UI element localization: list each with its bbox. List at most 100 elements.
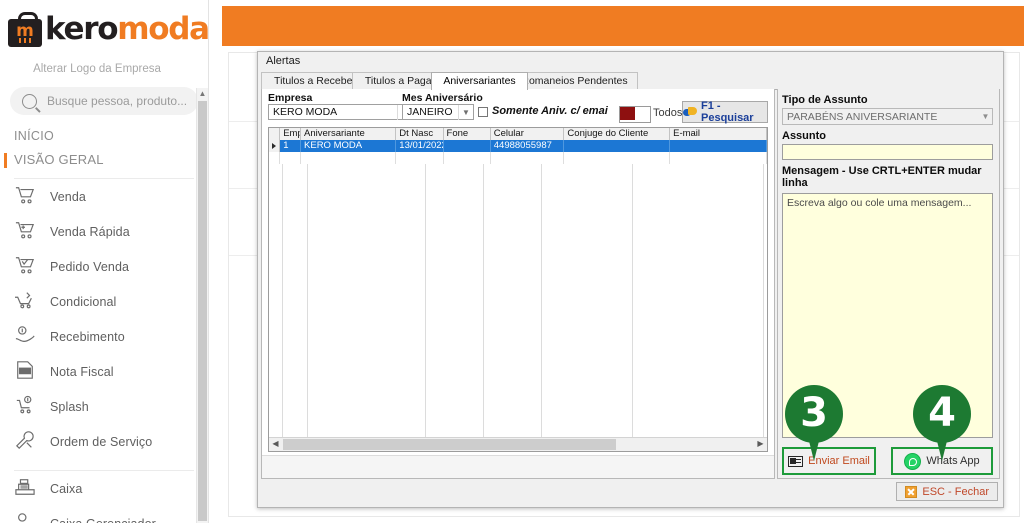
grid-column-divider: [763, 164, 764, 438]
grid-column-header[interactable]: Aniversariante: [301, 128, 397, 140]
sidebar-item-ordem-de-servi-o[interactable]: Ordem de Serviço: [0, 424, 208, 459]
panel-left-footer: [262, 455, 774, 478]
sidebar-item-venda-r-pida[interactable]: Venda Rápida: [0, 214, 208, 249]
table-cell-empty: [280, 152, 302, 164]
sidebar-item-label: Recebimento: [50, 329, 125, 344]
search-icon: [22, 93, 37, 109]
somente-aniv-label: Somente Aniv. c/ emai: [492, 105, 608, 117]
cart-icon: [14, 185, 42, 209]
sidebar-item-caixa-gerenciador[interactable]: Caixa Gerenciador: [0, 506, 208, 523]
search-input[interactable]: Busque pessoa, produto...: [10, 87, 198, 115]
empresa-select[interactable]: KERO MODA ▼: [268, 104, 413, 120]
dialog-tabstrip: Titulos a Receber Titulos a Pagar Aniversa…: [261, 72, 1000, 90]
step-badge-4-number: 4: [928, 390, 956, 436]
table-cell-empty: [269, 152, 281, 164]
step-badge-3: 3: [785, 385, 843, 461]
todos-color-swatch[interactable]: [619, 106, 651, 123]
sidebar-item-visao-geral[interactable]: VISÃO GERAL: [0, 143, 208, 168]
table-row-empty: [269, 152, 767, 164]
grid-column-header[interactable]: Dt Nasc: [396, 128, 444, 140]
sidebar-item-condicional[interactable]: Condicional: [0, 284, 208, 319]
hand-money-icon: [14, 325, 42, 349]
sidebar-item-nota-fiscal[interactable]: Nota Fiscal: [0, 354, 208, 389]
scroll-left-icon[interactable]: ◀: [269, 438, 282, 450]
tipo-assunto-value: PARABÉNS ANIVERSARIANTE: [787, 110, 938, 123]
mes-aniversario-select[interactable]: JANEIRO ▼: [402, 104, 474, 120]
sidebar-item-pedido-venda[interactable]: Pedido Venda: [0, 249, 208, 284]
tipo-assunto-label: Tipo de Assunto: [782, 94, 868, 106]
sidebar-scroll-thumb[interactable]: [198, 101, 207, 521]
grid-column-header[interactable]: Fone: [444, 128, 491, 140]
mes-aniversario-value: JANEIRO: [407, 105, 453, 118]
table-cell-empty: [301, 152, 397, 164]
esc-fechar-button[interactable]: ESC - Fechar: [896, 482, 998, 501]
sidebar-item-label: Ordem de Serviço: [50, 434, 153, 449]
table-cell: [444, 140, 491, 152]
grid-body: 1 KERO MODA 13/01/2022 44988055987: [269, 140, 767, 438]
aniversariantes-grid[interactable]: Emp.AniversarianteDt NascFoneCelularConj…: [268, 127, 768, 452]
sidebar-item-recebimento[interactable]: Recebimento: [0, 319, 208, 354]
sidebar-item-caixa[interactable]: Caixa: [0, 471, 208, 506]
invoice-icon: [14, 360, 42, 384]
table-cell: 13/01/2022: [396, 140, 444, 152]
cart-conditional-icon: [14, 290, 42, 314]
todos-label: Todos: [653, 107, 683, 119]
table-cell: [670, 140, 767, 152]
pesquisar-button[interactable]: F1 - Pesquisar: [682, 100, 768, 124]
cart-money-icon: [14, 395, 42, 419]
sidebar-item-label: Caixa Gerenciador: [50, 517, 156, 523]
empresa-label: Empresa: [268, 92, 313, 104]
close-icon: [905, 485, 918, 498]
table-cell-empty: [564, 152, 671, 164]
grid-hscroll-thumb[interactable]: [283, 439, 616, 450]
alertas-dialog: Alertas Titulos a Receber Titulos a Pagar…: [257, 51, 1004, 508]
tab-romaneios-pendentes[interactable]: Romaneios Pendentes: [511, 72, 638, 89]
alterar-logo-link[interactable]: Alterar Logo da Empresa: [0, 58, 208, 75]
sidebar-item-splash[interactable]: Splash: [0, 389, 208, 424]
esc-fechar-label: ESC - Fechar: [922, 485, 989, 498]
grid-column-divider: [307, 164, 308, 438]
app-logo[interactable]: m keromoda: [0, 0, 208, 58]
grid-horizontal-scrollbar[interactable]: ◀ ▶: [269, 437, 767, 451]
grid-column-divider: [483, 164, 484, 438]
table-cell: [564, 140, 671, 152]
sidebar-item-label: Pedido Venda: [50, 259, 130, 274]
step-badge-4: 4: [913, 385, 971, 461]
grid-column-header[interactable]: Celular: [491, 128, 565, 140]
table-cell-empty: [491, 152, 565, 164]
sidebar-nav-group-2: CaixaCaixa GerenciadorPessoas: [0, 471, 208, 523]
mes-aniversario-label: Mes Aniversário: [402, 92, 483, 104]
cart-order-icon: [14, 255, 42, 279]
mensagem-label: Mensagem - Use CRTL+ENTER mudar linha: [782, 165, 982, 189]
chevron-down-icon: ▼: [458, 104, 473, 120]
grid-column-divider: [282, 164, 283, 438]
sidebar-scrollbar[interactable]: ▲: [196, 88, 208, 523]
mensagem-placeholder: Escreva algo ou cole uma mensagem...: [787, 197, 972, 209]
empresa-value: KERO MODA: [273, 105, 338, 118]
scroll-up-icon[interactable]: ▲: [197, 88, 208, 100]
somente-aniv-checkbox[interactable]: [478, 107, 488, 117]
grid-column-divider: [632, 164, 633, 438]
bird-icon: [683, 107, 697, 117]
sidebar-item-label: Condicional: [50, 294, 117, 309]
sidebar-item-venda[interactable]: Venda: [0, 179, 208, 214]
application-root: m keromoda Alterar Logo da Empresa Busqu…: [0, 0, 1024, 523]
sidebar-item-label: Caixa: [50, 481, 83, 496]
grid-column-divider: [541, 164, 542, 438]
scroll-right-icon[interactable]: ▶: [754, 438, 767, 450]
grid-column-header[interactable]: E-mail: [670, 128, 767, 140]
table-row[interactable]: 1 KERO MODA 13/01/2022 44988055987: [269, 140, 767, 152]
assunto-input[interactable]: [782, 144, 993, 160]
grid-column-header[interactable]: Conjuge do Cliente: [564, 128, 671, 140]
sidebar: m keromoda Alterar Logo da Empresa Busqu…: [0, 0, 209, 523]
sidebar-item-label: Venda Rápida: [50, 224, 130, 239]
logo-kero-text: kero: [45, 11, 119, 47]
grid-column-header[interactable]: Emp.: [280, 128, 302, 140]
tipo-assunto-select[interactable]: PARABÉNS ANIVERSARIANTE ▼: [782, 108, 993, 125]
user-money-icon: [14, 512, 42, 523]
cash-register-icon: [14, 477, 42, 501]
table-cell-empty: [670, 152, 767, 164]
wrench-icon: [14, 430, 42, 454]
search-placeholder: Busque pessoa, produto...: [47, 94, 188, 108]
tab-aniversariantes[interactable]: Aniversariantes: [431, 72, 528, 90]
